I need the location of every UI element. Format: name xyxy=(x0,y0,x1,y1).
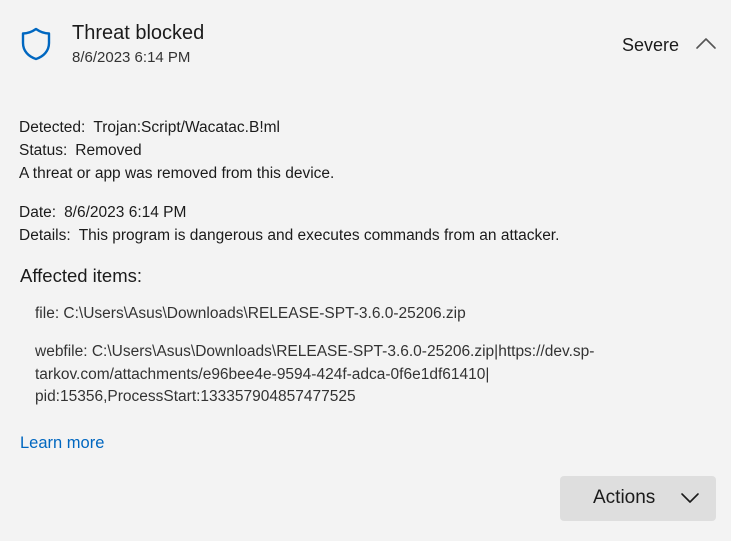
affected-items-heading: Affected items: xyxy=(20,265,143,286)
status-value: Removed xyxy=(75,142,142,159)
affected-item-line: pid:15356,ProcessStart:13335790485747752… xyxy=(35,388,356,405)
shield-icon xyxy=(21,27,51,61)
threat-timestamp: 8/6/2023 6:14 PM xyxy=(72,49,191,66)
date-row: Date: 8/6/2023 6:14 PM xyxy=(19,203,186,223)
chevron-up-icon xyxy=(696,38,716,49)
detected-label: Detected: xyxy=(19,119,86,136)
date-value: 8/6/2023 6:14 PM xyxy=(64,204,187,221)
learn-more-link[interactable]: Learn more xyxy=(20,432,104,454)
detected-row: Detected: Trojan:Script/Wacatac.B!ml xyxy=(19,118,280,138)
threat-title: Threat blocked xyxy=(72,22,205,44)
affected-item-webfile: webfile: C:\Users\Asus\Downloads\RELEASE… xyxy=(35,341,655,409)
status-row: Status: Removed xyxy=(19,141,142,161)
details-label: Details: xyxy=(19,227,71,244)
affected-item-line: tarkov.com/attachments/e96bee4e-9594-424… xyxy=(35,365,490,383)
affected-item-line: file: C:\Users\Asus\Downloads\RELEASE-SP… xyxy=(35,305,466,322)
collapse-button[interactable] xyxy=(693,31,719,55)
chevron-down-icon xyxy=(681,493,699,503)
severity-label: Severe xyxy=(622,35,680,55)
details-row: Details: This program is dangerous and ex… xyxy=(19,226,559,246)
status-label: Status: xyxy=(19,142,68,159)
detected-value: Trojan:Script/Wacatac.B!ml xyxy=(93,119,280,136)
date-label: Date: xyxy=(19,204,57,221)
actions-button[interactable]: Actions xyxy=(560,476,716,521)
status-message: A threat or app was removed from this de… xyxy=(19,165,335,182)
affected-item-line: webfile: C:\Users\Asus\Downloads\RELEASE… xyxy=(35,343,595,360)
affected-item-file: file: C:\Users\Asus\Downloads\RELEASE-SP… xyxy=(35,303,655,326)
actions-label: Actions xyxy=(593,487,656,508)
details-value: This program is dangerous and executes c… xyxy=(78,227,560,244)
